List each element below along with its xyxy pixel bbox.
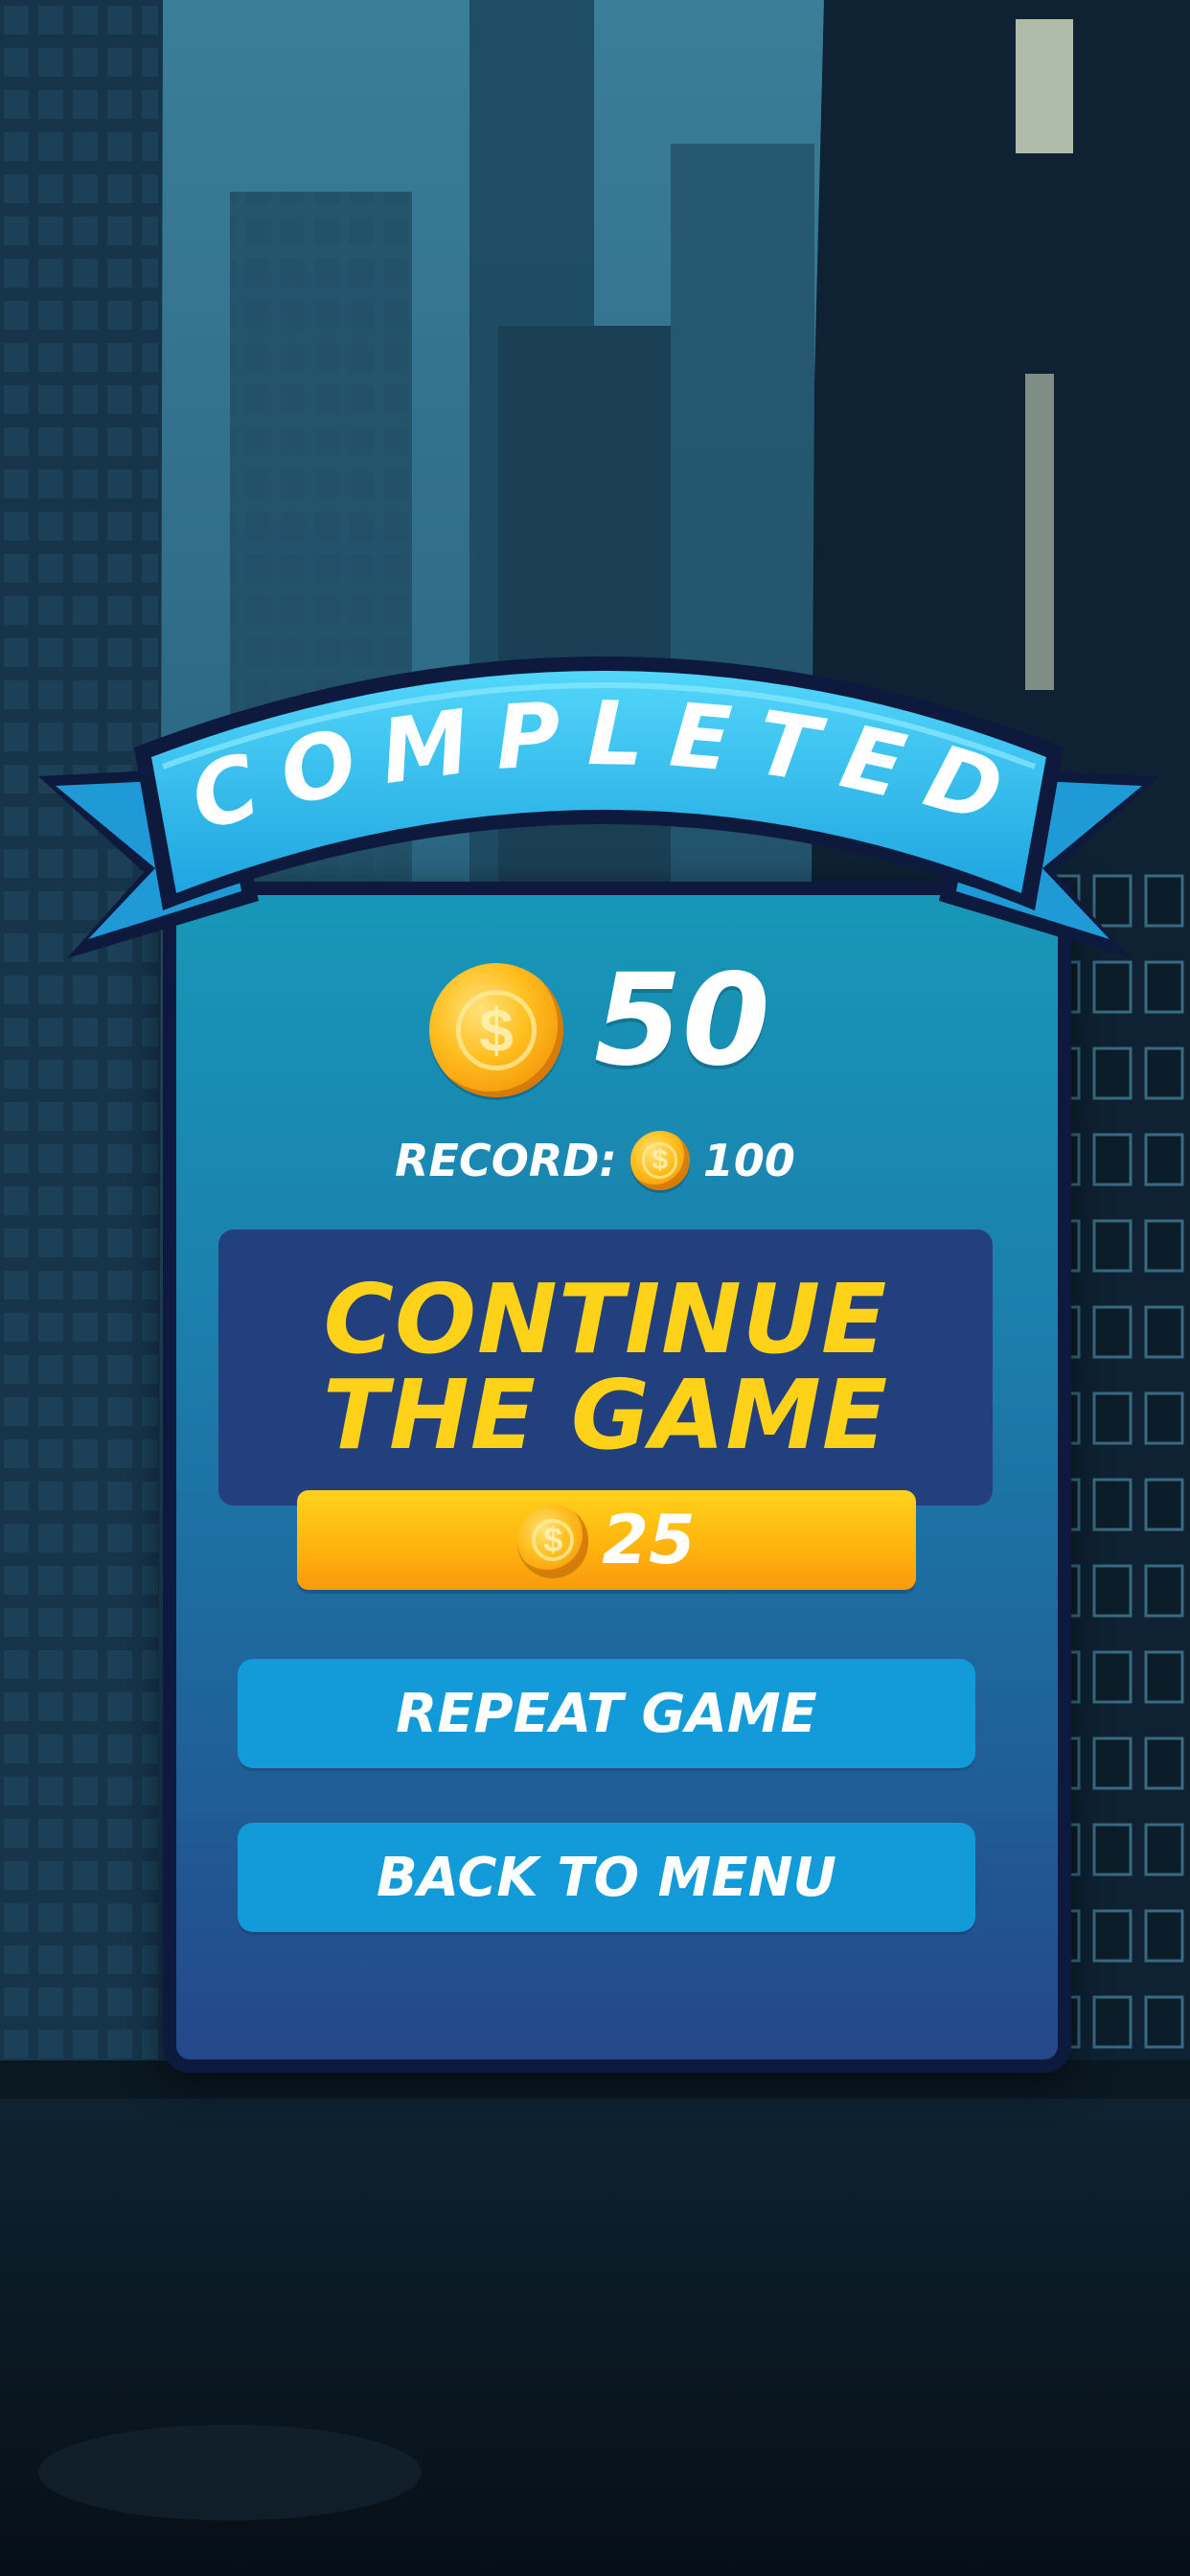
continue-label-line-2: THE GAME bbox=[322, 1359, 889, 1471]
score-value: 50 bbox=[594, 947, 770, 1094]
record-label: RECORD: bbox=[395, 1135, 617, 1186]
continue-cost: 25 bbox=[602, 1501, 696, 1579]
record-row: RECORD: $ 100 bbox=[0, 1129, 1190, 1192]
coin-icon: $ bbox=[429, 963, 563, 1097]
continue-cost-button[interactable]: $ 25 bbox=[297, 1490, 916, 1590]
record-value: 100 bbox=[702, 1135, 795, 1186]
back-to-menu-button[interactable]: BACK TO MENU bbox=[238, 1823, 975, 1932]
coin-icon: $ bbox=[517, 1505, 589, 1576]
game-over-screen: COMPLETED $ 50 RECORD: $ 100 CONTINUE TH… bbox=[0, 0, 1190, 2576]
repeat-game-button[interactable]: REPEAT GAME bbox=[238, 1659, 975, 1768]
coin-icon: $ bbox=[629, 1131, 690, 1190]
